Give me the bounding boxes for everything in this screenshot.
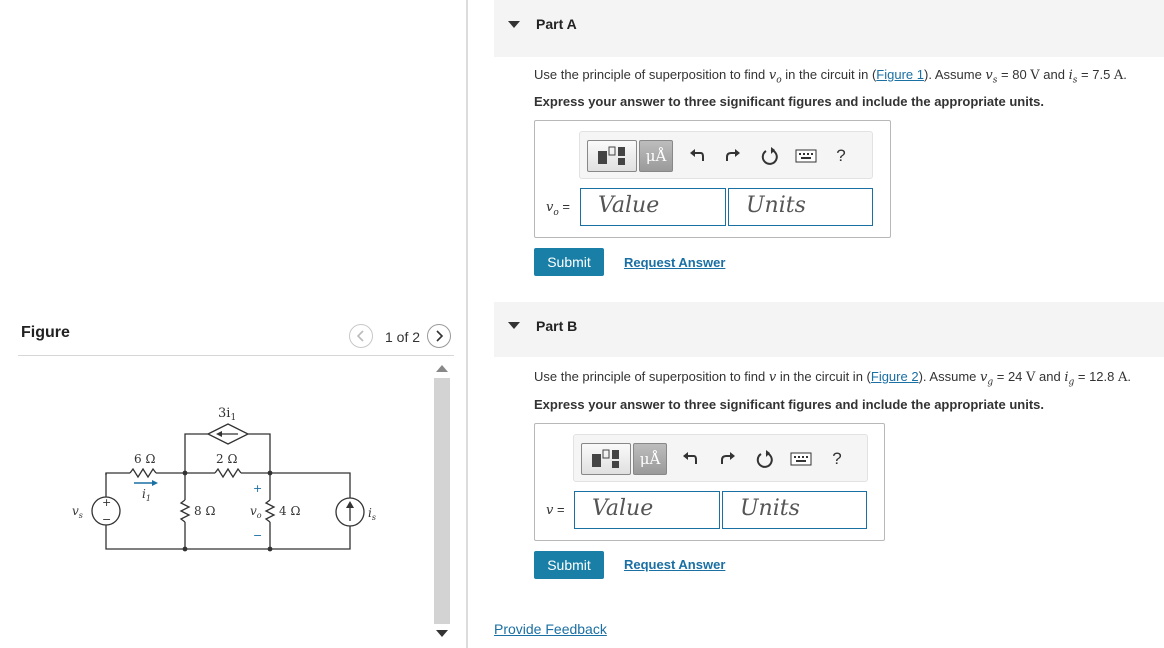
redo-icon [721,452,735,464]
templates-icon [592,449,619,468]
figure-2-link[interactable]: Figure 2 [871,369,919,384]
r4-label: 4 Ω [279,504,300,518]
vs-label: vs [72,504,83,520]
part-a-question: Use the principle of superposition to fi… [534,67,1127,86]
part-a-submit-button[interactable]: Submit [534,248,604,276]
part-b-header[interactable]: Part B [494,302,1164,357]
undo-icon [683,452,697,464]
units-symbol-button[interactable]: μÅ [633,443,667,475]
figure-pane: Figure 1 of 2 + − 3i1 6 Ω 2 Ω 8 Ω 4 Ω i1… [0,0,466,648]
i1-label: i1 [142,487,151,503]
reset-icon [756,450,773,468]
templates-icon [598,146,625,165]
figure-1-link[interactable]: Figure 1 [876,67,924,82]
help-button[interactable]: ? [825,140,857,172]
caret-down-icon [508,21,520,28]
keyboard-icon [790,452,812,466]
part-b-answer-label: v = [546,502,565,518]
figure-counter: 1 of 2 [385,329,421,345]
reset-button[interactable] [748,443,780,475]
vs-minus: − [102,513,111,526]
value-input[interactable]: Value [580,188,726,226]
previous-figure-button[interactable] [349,324,373,348]
r2-label: 2 Ω [216,452,237,466]
reset-button[interactable] [753,140,785,172]
wire-top-left [105,472,130,475]
part-a-answer-label: vo = [546,199,570,218]
vo-label: vo [250,504,262,520]
reset-icon [761,147,778,165]
part-a-header[interactable]: Part A [494,0,1164,57]
units-symbol-button[interactable]: μÅ [639,140,673,172]
chevron-left-icon [356,330,364,342]
r6-label: 6 Ω [134,452,155,466]
redo-button[interactable] [712,443,744,475]
templates-button[interactable] [587,140,637,172]
dep-source-label: 3i1 [218,406,236,423]
resistor-6-ohm [129,467,157,479]
part-b-submit-button[interactable]: Submit [534,551,604,579]
resistor-8-ohm [179,499,191,523]
part-a-title: Part A [536,16,577,32]
part-b-title: Part B [536,318,578,334]
pane-divider[interactable] [466,0,468,648]
figure-scrollbar[interactable] [432,360,452,642]
part-a-answer-box: μÅ ? vo = Value Units [534,120,891,238]
part-b-instruction: Express your answer to three significant… [534,397,1044,412]
figure-title: Figure [21,324,70,341]
units-input[interactable]: Units [728,188,873,226]
keyboard-button[interactable] [790,140,822,172]
redo-icon [726,149,740,161]
scroll-up-arrow-icon[interactable] [436,365,448,372]
part-b-toolbar: μÅ ? [573,434,868,482]
vo-plus: + [253,482,262,495]
part-b-question: Use the principle of superposition to fi… [534,369,1132,388]
scroll-thumb[interactable] [434,378,450,624]
part-b-answer-box: μÅ ? v = Value Units [534,423,885,541]
circuit-diagram: + − 3i1 6 Ω 2 Ω 8 Ω 4 Ω i1 vs vo + − is [72,406,376,552]
chevron-right-icon [436,330,444,342]
keyboard-icon [795,149,817,163]
provide-feedback-link[interactable]: Provide Feedback [494,621,607,637]
resistor-4-ohm [264,499,276,523]
part-b-request-answer-link[interactable]: Request Answer [624,557,725,572]
part-a-toolbar: μÅ ? [579,131,873,179]
help-button[interactable]: ? [821,443,853,475]
redo-button[interactable] [717,140,749,172]
keyboard-button[interactable] [785,443,817,475]
units-input[interactable]: Units [722,491,867,529]
scroll-down-arrow-icon[interactable] [436,630,448,637]
r8-label: 8 Ω [194,504,215,518]
vs-plus: + [102,496,111,509]
undo-button[interactable] [681,140,713,172]
part-a-request-answer-link[interactable]: Request Answer [624,255,725,270]
value-input[interactable]: Value [574,491,720,529]
templates-button[interactable] [581,443,631,475]
part-a-instruction: Express your answer to three significant… [534,94,1044,109]
is-label: is [368,506,376,522]
figure-divider [18,355,454,356]
caret-down-icon [508,322,520,329]
vo-minus: − [253,529,262,542]
undo-button[interactable] [674,443,706,475]
next-figure-button[interactable] [427,324,451,348]
undo-icon [690,149,704,161]
